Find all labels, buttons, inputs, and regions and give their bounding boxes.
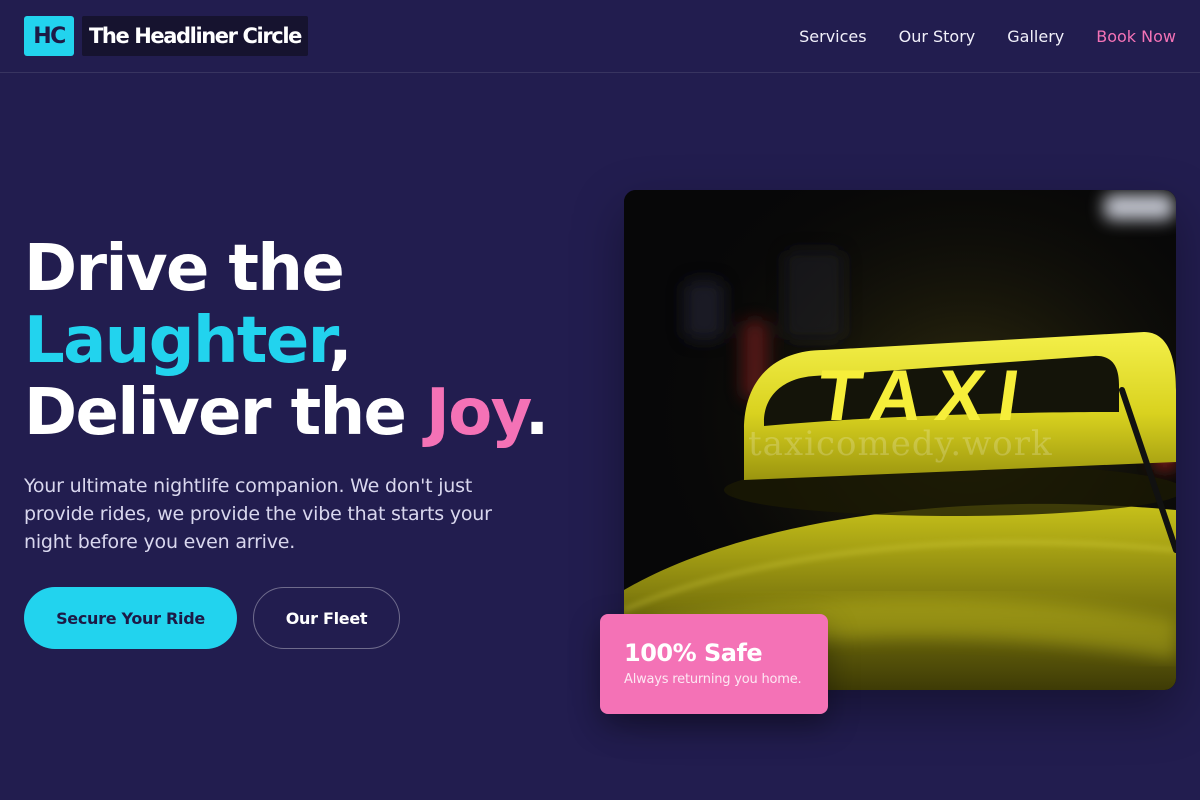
headline-line-3: Deliver the Joy. <box>24 377 584 449</box>
hero-headline: Drive the Laughter, Deliver the Joy. <box>24 233 584 449</box>
safety-badge-card: 100% Safe Always returning you home. <box>600 614 828 714</box>
nav-link-gallery[interactable]: Gallery <box>1007 27 1064 46</box>
headline-line-1: Drive the <box>24 232 345 306</box>
logo-badge: HC <box>24 16 74 56</box>
headline-deliver: Deliver the <box>24 376 427 450</box>
our-fleet-button[interactable]: Our Fleet <box>253 587 400 649</box>
headline-line-2: Laughter, <box>24 305 584 377</box>
main-nav: Services Our Story Gallery Book Now <box>799 24 1176 48</box>
secure-your-ride-button[interactable]: Secure Your Ride <box>24 587 237 649</box>
image-watermark: taxicomedy.work <box>748 424 1053 464</box>
nav-link-book-now[interactable]: Book Now <box>1096 27 1176 46</box>
headline-highlight-joy: Joy <box>426 376 526 450</box>
hero-subtext: Your ultimate nightlife companion. We do… <box>24 475 492 553</box>
nav-link-services[interactable]: Services <box>799 27 866 46</box>
headline-period: . <box>524 376 549 450</box>
brand-name: The Headliner Circle <box>82 16 308 56</box>
safety-title: 100% Safe <box>624 639 763 667</box>
nav-link-our-story[interactable]: Our Story <box>899 27 976 46</box>
headline-comma: , <box>328 304 352 378</box>
logo[interactable]: HC The Headliner Circle <box>24 16 308 56</box>
safety-subtitle: Always returning you home. <box>624 672 802 687</box>
site-header: HC The Headliner Circle Services Our Sto… <box>0 0 1200 73</box>
headline-highlight-laughter: Laughter <box>24 304 330 378</box>
